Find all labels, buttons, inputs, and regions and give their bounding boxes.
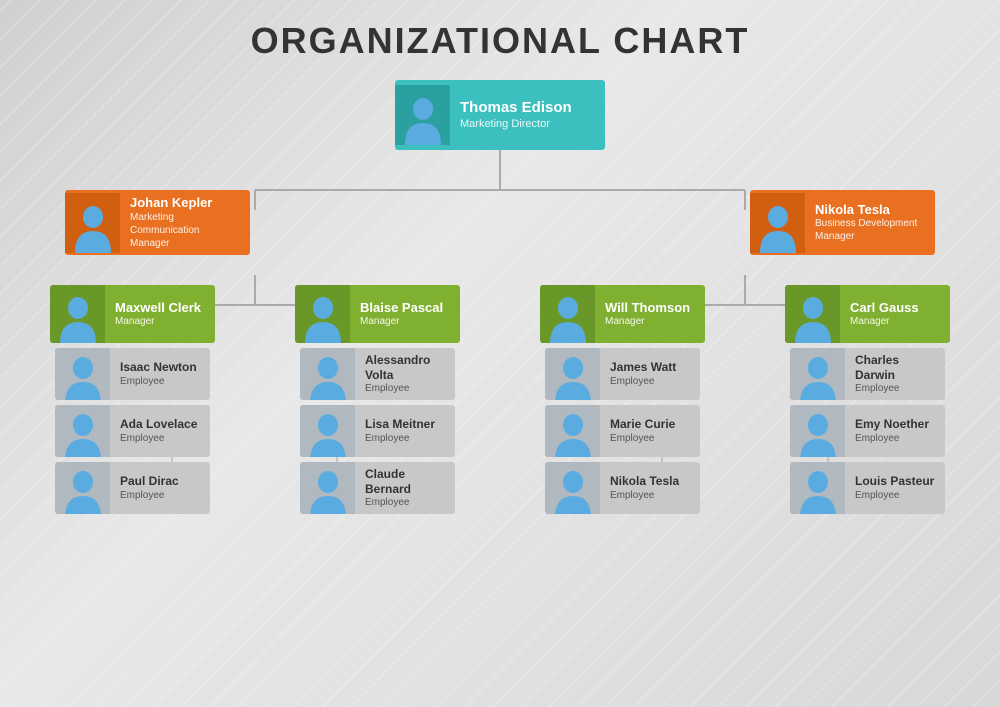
node-carl-gauss: Carl Gauss Manager: [785, 285, 950, 343]
name-thomas-edison: Thomas Edison: [460, 99, 595, 117]
name-marie-curie: Marie Curie: [610, 417, 690, 431]
node-maxwell-clerk: Maxwell Clerk Manager: [50, 285, 215, 343]
name-louis-pasteur: Louis Pasteur: [855, 474, 935, 488]
avatar-paul-dirac: [55, 462, 110, 514]
name-ada-lovelace: Ada Lovelace: [120, 417, 200, 431]
name-blaise-pascal: Blaise Pascal: [360, 300, 450, 316]
avatar-alessandro-volta: [300, 348, 355, 400]
avatar-ada-lovelace: [55, 405, 110, 457]
col-will: Will Thomson Manager James Watt: [540, 285, 705, 514]
node-emy-noether: Emy Noether Employee: [790, 405, 945, 457]
role-blaise-pascal: Manager: [360, 315, 450, 328]
employees-maxwell: Isaac Newton Employee Ada Lovelace: [55, 348, 210, 514]
page-title: ORGANIZATIONAL CHART: [10, 20, 990, 62]
avatar-thomas-edison: [395, 85, 450, 145]
col-maxwell: Maxwell Clerk Manager Isaac New: [50, 285, 215, 514]
avatar-lisa-meitner: [300, 405, 355, 457]
role-johan-kepler: Marketing Communication Manager: [130, 211, 240, 250]
name-will-thomson: Will Thomson: [605, 300, 695, 316]
node-louis-pasteur: Louis Pasteur Employee: [790, 462, 945, 514]
avatar-charles-darwin: [790, 348, 845, 400]
name-charles-darwin: Charles Darwin: [855, 353, 935, 382]
node-claude-bernard: Claude Bernard Employee: [300, 462, 455, 514]
role-claude-bernard: Employee: [365, 496, 445, 509]
node-blaise-pascal: Blaise Pascal Manager: [295, 285, 460, 343]
avatar-nikola-tesla-mgr: [750, 193, 805, 253]
avatar-louis-pasteur: [790, 462, 845, 514]
role-carl-gauss: Manager: [850, 315, 940, 328]
role-emy-noether: Employee: [855, 432, 935, 445]
name-maxwell-clerk: Maxwell Clerk: [115, 300, 205, 316]
name-alessandro-volta: Alessandro Volta: [365, 353, 445, 382]
avatar-james-watt: [545, 348, 600, 400]
node-james-watt: James Watt Employee: [545, 348, 700, 400]
name-nikola-tesla-mgr: Nikola Tesla: [815, 202, 925, 218]
employees-blaise: Alessandro Volta Employee Lisa Mei: [300, 348, 455, 514]
avatar-will-thomson: [540, 285, 595, 343]
name-nikola-tesla-emp: Nikola Tesla: [610, 474, 690, 488]
name-emy-noether: Emy Noether: [855, 417, 935, 431]
name-lisa-meitner: Lisa Meitner: [365, 417, 445, 431]
role-isaac-newton: Employee: [120, 375, 200, 388]
name-claude-bernard: Claude Bernard: [365, 467, 445, 496]
node-alessandro-volta: Alessandro Volta Employee: [300, 348, 455, 400]
role-nikola-tesla-mgr: Business Development Manager: [815, 217, 925, 243]
node-nikola-tesla-emp: Nikola Tesla Employee: [545, 462, 700, 514]
role-james-watt: Employee: [610, 375, 690, 388]
node-johan-kepler: Johan Kepler Marketing Communication Man…: [65, 190, 250, 255]
avatar-marie-curie: [545, 405, 600, 457]
col-blaise: Blaise Pascal Manager Alessandr: [295, 285, 460, 514]
employees-will: James Watt Employee Marie Curie: [545, 348, 700, 514]
node-paul-dirac: Paul Dirac Employee: [55, 462, 210, 514]
role-will-thomson: Manager: [605, 315, 695, 328]
name-paul-dirac: Paul Dirac: [120, 474, 200, 488]
role-alessandro-volta: Employee: [365, 382, 445, 395]
employees-carl: Charles Darwin Employee Emy Noethe: [790, 348, 945, 514]
name-james-watt: James Watt: [610, 360, 690, 374]
avatar-nikola-tesla-emp: [545, 462, 600, 514]
col-carl: Carl Gauss Manager Charles Darw: [785, 285, 950, 514]
avatar-claude-bernard: [300, 462, 355, 514]
org-chart: Thomas Edison Marketing Director Johan K…: [10, 80, 990, 514]
node-lisa-meitner: Lisa Meitner Employee: [300, 405, 455, 457]
name-isaac-newton: Isaac Newton: [120, 360, 200, 374]
avatar-blaise-pascal: [295, 285, 350, 343]
role-marie-curie: Employee: [610, 432, 690, 445]
node-charles-darwin: Charles Darwin Employee: [790, 348, 945, 400]
role-nikola-tesla-emp: Employee: [610, 489, 690, 502]
node-ada-lovelace: Ada Lovelace Employee: [55, 405, 210, 457]
role-ada-lovelace: Employee: [120, 432, 200, 445]
role-charles-darwin: Employee: [855, 382, 935, 395]
role-thomas-edison: Marketing Director: [460, 117, 595, 131]
avatar-johan-kepler: [65, 193, 120, 253]
role-paul-dirac: Employee: [120, 489, 200, 502]
node-nikola-tesla-mgr: Nikola Tesla Business Development Manage…: [750, 190, 935, 255]
node-isaac-newton: Isaac Newton Employee: [55, 348, 210, 400]
role-lisa-meitner: Employee: [365, 432, 445, 445]
name-carl-gauss: Carl Gauss: [850, 300, 940, 316]
name-johan-kepler: Johan Kepler: [130, 195, 240, 211]
role-maxwell-clerk: Manager: [115, 315, 205, 328]
avatar-isaac-newton: [55, 348, 110, 400]
avatar-maxwell-clerk: [50, 285, 105, 343]
avatar-emy-noether: [790, 405, 845, 457]
avatar-carl-gauss: [785, 285, 840, 343]
node-will-thomson: Will Thomson Manager: [540, 285, 705, 343]
node-thomas-edison: Thomas Edison Marketing Director: [395, 80, 605, 150]
page-background: ORGANIZATIONAL CHART: [0, 0, 1000, 707]
role-louis-pasteur: Employee: [855, 489, 935, 502]
node-marie-curie: Marie Curie Employee: [545, 405, 700, 457]
